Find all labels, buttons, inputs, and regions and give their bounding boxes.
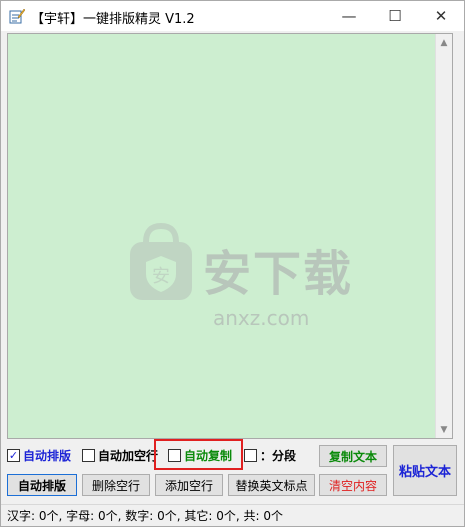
checkbox-unchecked-icon[interactable] (244, 448, 257, 462)
text-editor[interactable]: 安 安下载 anxz.com ▲ ▼ (7, 33, 453, 439)
auto-blank-line-label: 自动加空行 (98, 448, 159, 463)
svg-text:安: 安 (152, 266, 170, 287)
vertical-scrollbar[interactable]: ▲ ▼ (435, 34, 452, 438)
status-bar: 汉字: 0个, 字母: 0个, 数字: 0个, 其它: 0个, 共: 0个 (1, 504, 464, 526)
auto-format-button[interactable]: 自动排版 (7, 474, 77, 496)
maximize-button[interactable]: ☐ (372, 1, 418, 31)
notepad-pencil-icon (9, 8, 25, 24)
minimize-button[interactable]: — (326, 1, 372, 31)
segment-label: ：分段 (260, 448, 297, 463)
scroll-up-arrow-icon[interactable]: ▲ (436, 34, 452, 51)
segment-checkbox[interactable]: ：分段 (244, 446, 296, 464)
scroll-down-arrow-icon[interactable]: ▼ (436, 421, 452, 438)
checkbox-checked-icon[interactable]: ✓ (7, 448, 20, 462)
delete-blank-lines-button[interactable]: 删除空行 (82, 474, 150, 496)
paste-text-button[interactable]: 粘贴文本 (393, 445, 457, 496)
watermark-text: 安下载 (203, 246, 354, 302)
auto-blank-line-checkbox[interactable]: 自动加空行 (82, 446, 158, 464)
checkbox-unchecked-icon[interactable] (82, 448, 95, 462)
copy-text-button[interactable]: 复制文本 (319, 445, 387, 467)
close-button[interactable]: ✕ (418, 1, 464, 31)
auto-format-label: 自动排版 (23, 448, 72, 463)
status-counts: 汉字: 0个, 字母: 0个, 数字: 0个, 其它: 0个, 共: 0个 (7, 509, 283, 523)
highlight-box (154, 439, 243, 470)
app-window: 【宇轩】一键排版精灵 V1.2 — ☐ ✕ 安 安下载 anxz.com ▲ ▼… (0, 0, 465, 527)
title-bar[interactable]: 【宇轩】一键排版精灵 V1.2 — ☐ ✕ (1, 1, 464, 31)
clear-content-button[interactable]: 清空内容 (319, 474, 387, 496)
window-title: 【宇轩】一键排版精灵 V1.2 (31, 12, 195, 27)
add-blank-lines-button[interactable]: 添加空行 (155, 474, 223, 496)
shield-bag-icon: 安 (130, 222, 192, 300)
auto-format-checkbox[interactable]: ✓ 自动排版 (7, 446, 71, 464)
replace-punctuation-button[interactable]: 替换英文标点 (228, 474, 315, 496)
watermark-subtext: anxz.com (213, 306, 310, 330)
